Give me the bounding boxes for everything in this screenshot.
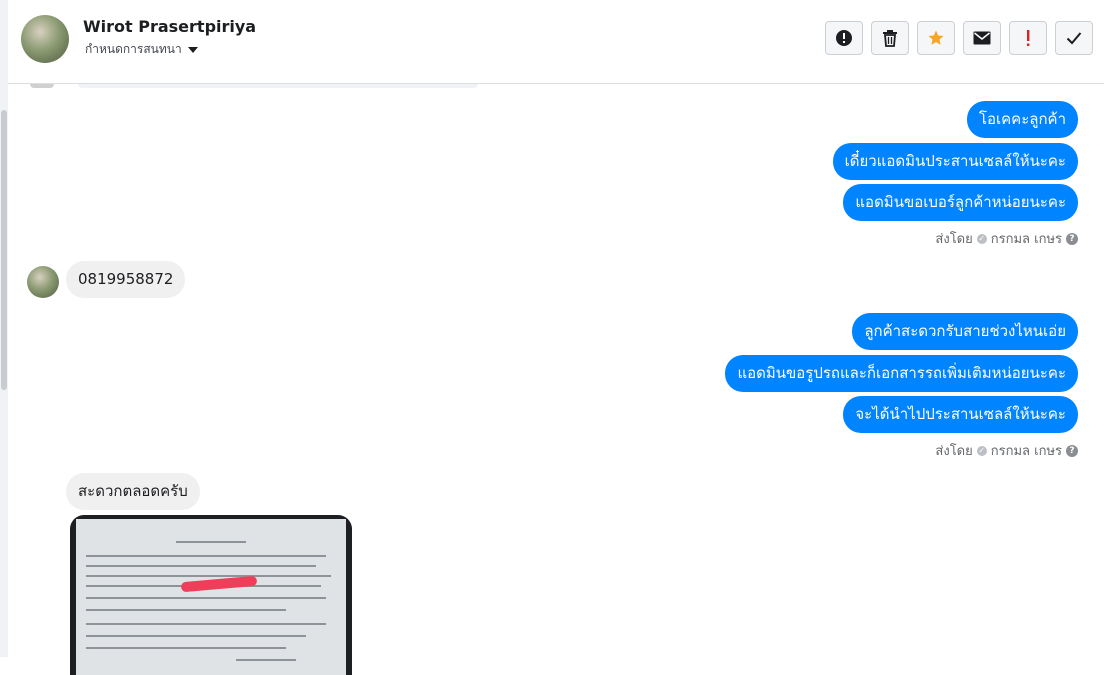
sender-name[interactable]: กรกมล เกษร (991, 228, 1062, 249)
sent-by-text: ส่งโดย (935, 444, 973, 459)
sender-name[interactable]: กรกมล เกษร (991, 440, 1062, 461)
outgoing-message[interactable]: โอเคคะลูกค้า (966, 101, 1078, 138)
exclamation-icon (1027, 30, 1030, 46)
previous-avatar (30, 84, 54, 88)
vehicle-registration-document (76, 519, 346, 675)
conversation-settings-dropdown[interactable]: กำหนดการสนทนา (85, 40, 198, 59)
outgoing-message[interactable]: ลูกค้าสะดวกรับสายช่วงไหนเอ่ย (852, 313, 1078, 350)
sent-by-text: ส่งโดย (935, 232, 973, 247)
conversation-header: Wirot Prasertpiriya กำหนดการสนทนา (8, 0, 1104, 84)
incoming-message[interactable]: 0819958872 (66, 261, 186, 298)
contact-avatar-small[interactable] (27, 266, 59, 298)
left-panel-edge (0, 0, 8, 657)
conversation-toolbar (825, 21, 1093, 55)
spam-button[interactable] (825, 21, 863, 55)
help-icon[interactable]: ? (1066, 232, 1078, 245)
outgoing-message[interactable]: แอดมินขอเบอร์ลูกค้าหน่อยนะคะ (843, 184, 1078, 221)
chevron-down-icon (187, 46, 198, 53)
envelope-icon (973, 31, 991, 45)
checkmark-icon (1066, 32, 1082, 45)
star-icon (928, 30, 944, 45)
star-button[interactable] (917, 21, 955, 55)
check-circle-icon: ✓ (976, 233, 987, 244)
done-button[interactable] (1055, 21, 1093, 55)
incoming-message[interactable]: สะดวกตลอดครับ (66, 473, 200, 510)
sent-by-label: ส่งโดย ✓ กรกมล เกษร ? (935, 228, 1078, 249)
previous-message-bubble (78, 84, 478, 88)
message-thread[interactable]: โอเคคะลูกค้า เดี๋ยวแอดมินประสานเซลล์ให้น… (8, 84, 1104, 675)
follow-up-button[interactable] (1009, 21, 1047, 55)
redaction-mark (180, 575, 258, 593)
conversation-settings-label: กำหนดการสนทนา (85, 42, 182, 56)
delete-button[interactable] (871, 21, 909, 55)
trash-icon (883, 30, 897, 47)
contact-name[interactable]: Wirot Prasertpiriya (83, 17, 256, 36)
contact-avatar[interactable] (21, 15, 69, 63)
outgoing-message[interactable]: แอดมินขอรูปรถและก็เอกสารรถเพิ่มเติมหน่อย… (725, 355, 1078, 392)
sent-by-label: ส่งโดย ✓ กรกมล เกษร ? (935, 440, 1078, 461)
outgoing-message[interactable]: เดี๋ยวแอดมินประสานเซลล์ให้นะคะ (832, 143, 1078, 180)
mark-unread-button[interactable] (963, 21, 1001, 55)
alert-circle-icon (836, 30, 852, 46)
outgoing-message[interactable]: จะได้นำไปประสานเซลล์ให้นะคะ (843, 396, 1078, 433)
attached-document-photo[interactable] (70, 515, 352, 675)
help-icon[interactable]: ? (1066, 444, 1078, 457)
check-circle-icon: ✓ (976, 445, 987, 456)
left-scrollbar[interactable] (1, 110, 7, 390)
